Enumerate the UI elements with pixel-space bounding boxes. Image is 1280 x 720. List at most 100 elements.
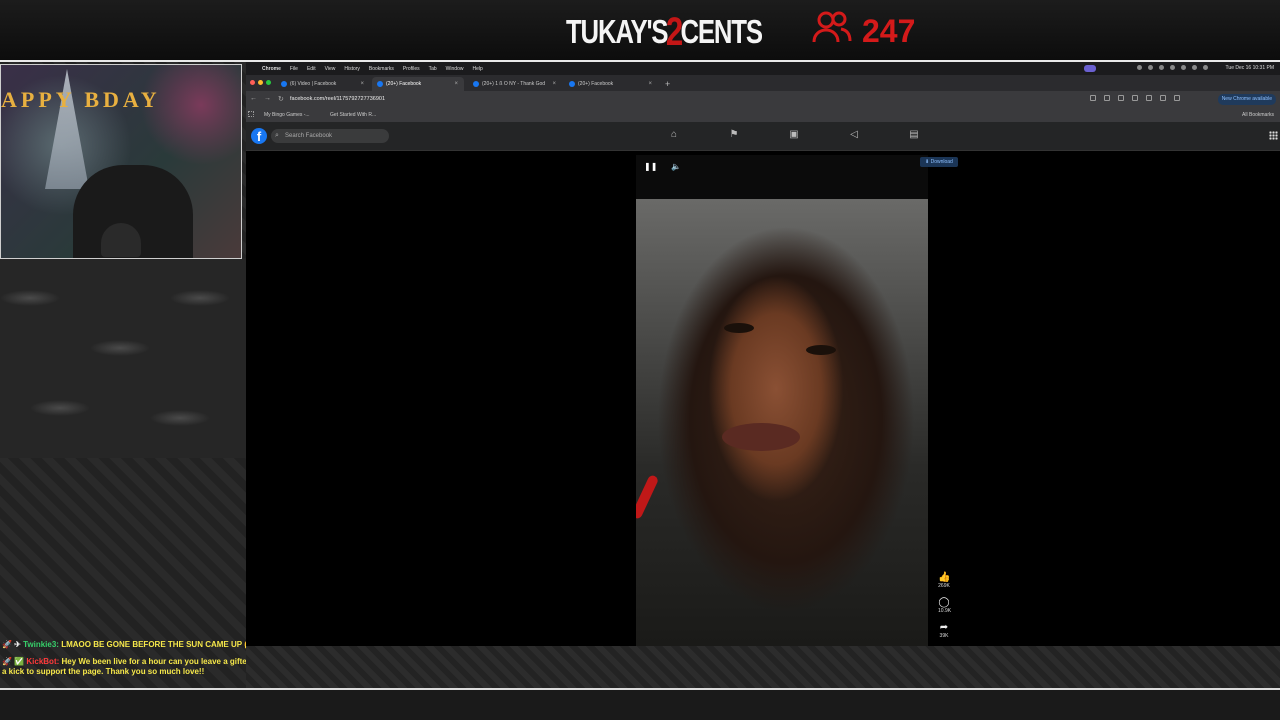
- video-detail: [724, 323, 754, 333]
- close-window-button[interactable]: [250, 80, 255, 85]
- tab-title: (6) Video | Facebook: [290, 81, 337, 87]
- menu-view[interactable]: View: [325, 66, 336, 72]
- video-controls: ❚❚ 🔈: [644, 162, 681, 171]
- mac-menu-bar: Chrome File Edit View History Bookmarks …: [246, 62, 1280, 75]
- new-chrome-button[interactable]: New Chrome available: [1217, 94, 1276, 105]
- diamond-plate-texture: [0, 258, 246, 458]
- facebook-logo[interactable]: f: [251, 128, 267, 144]
- menu-profiles[interactable]: Profiles: [403, 66, 420, 72]
- tray-icon[interactable]: [1159, 65, 1164, 70]
- menu-window[interactable]: Window: [446, 66, 464, 72]
- stream-brand-logo: TUKAY'S 2 CENTS: [566, 10, 763, 54]
- browser-tab[interactable]: (20+) 1 ß O NY - Thank God ×: [468, 77, 562, 91]
- minimize-window-button[interactable]: [258, 80, 263, 85]
- viewer-counter: 247: [812, 10, 915, 52]
- facebook-favicon-icon: [281, 81, 287, 87]
- menu-file[interactable]: File: [290, 66, 298, 72]
- share-icon[interactable]: ➦: [938, 622, 950, 633]
- video-detail: [636, 474, 660, 520]
- sidebar-icon[interactable]: [1146, 95, 1152, 101]
- facebook-search-input[interactable]: ⌕ Search Facebook: [271, 129, 389, 143]
- close-tab-icon[interactable]: ×: [454, 81, 458, 87]
- facebook-favicon-icon: [569, 81, 575, 87]
- video-detail: [722, 423, 800, 451]
- bookmark-item[interactable]: Get Started With R...: [330, 112, 376, 118]
- menu-help[interactable]: Help: [472, 66, 482, 72]
- birthday-banner: APPY BDAY: [1, 87, 161, 112]
- volume-icon[interactable]: 🔈: [671, 162, 681, 171]
- toolbar-icons: [1090, 95, 1180, 101]
- apps-grid-icon[interactable]: [248, 111, 254, 117]
- control-center-icon[interactable]: [1203, 65, 1208, 70]
- browser-tab-active[interactable]: (20+) Facebook ×: [372, 77, 464, 91]
- facebook-header: f ⌕ Search Facebook ⌂ ⚑ ▣ ◁ ▤: [246, 122, 1280, 151]
- tab-strip: (6) Video | Facebook × (20+) Facebook × …: [246, 75, 1280, 91]
- share-count: 39K: [939, 633, 949, 639]
- chat-username: Twinkie3:: [23, 640, 59, 649]
- close-tab-icon[interactable]: ×: [552, 81, 556, 87]
- maximize-window-button[interactable]: [266, 80, 271, 85]
- reload-icon[interactable]: ↻: [278, 95, 284, 103]
- window-controls: [250, 80, 271, 85]
- extension-icon[interactable]: [1132, 95, 1138, 101]
- pause-icon[interactable]: ❚❚: [644, 162, 657, 171]
- comment-icon[interactable]: ◯: [938, 597, 950, 608]
- brand-word-2: CENTS: [680, 13, 763, 50]
- chat-username: KickBot:: [26, 657, 60, 666]
- status-pill-icon[interactable]: [1084, 65, 1096, 72]
- tray-icon[interactable]: [1137, 65, 1142, 70]
- streamer-cap: [101, 223, 141, 257]
- menu-chrome[interactable]: Chrome: [262, 66, 281, 72]
- users-icon: [812, 10, 852, 52]
- tab-title: (20+) Facebook: [578, 81, 614, 87]
- menu-tab[interactable]: Tab: [429, 66, 437, 72]
- close-tab-icon[interactable]: ×: [648, 81, 652, 87]
- menu-bookmarks[interactable]: Bookmarks: [369, 66, 394, 72]
- tray-icon[interactable]: [1148, 65, 1153, 70]
- extension-icon[interactable]: [1118, 95, 1124, 101]
- wifi-icon[interactable]: [1181, 65, 1186, 70]
- menu-grid-icon[interactable]: [1269, 131, 1278, 140]
- bookmark-star-icon[interactable]: [1104, 95, 1110, 101]
- facebook-favicon-icon: [473, 81, 479, 87]
- new-tab-button[interactable]: +: [660, 77, 676, 91]
- download-button[interactable]: ⬇ Download: [920, 157, 958, 167]
- all-bookmarks-button[interactable]: All Bookmarks: [1242, 112, 1274, 118]
- flag-icon[interactable]: ⚑: [728, 129, 740, 141]
- back-icon[interactable]: ←: [250, 95, 257, 103]
- reel-video[interactable]: ❚❚ 🔈: [636, 155, 928, 646]
- rocket-icon: 🚀 ✈: [2, 640, 24, 649]
- marketplace-icon[interactable]: ▣: [788, 129, 800, 141]
- browser-tab[interactable]: (6) Video | Facebook ×: [276, 77, 370, 91]
- tray-icon[interactable]: [1170, 65, 1175, 70]
- search-icon: ⌕: [275, 132, 279, 139]
- gaming-icon[interactable]: ▤: [908, 129, 920, 141]
- home-icon[interactable]: ⌂: [668, 129, 680, 141]
- facebook-favicon-icon: [377, 81, 383, 87]
- bottom-strip: [0, 690, 1280, 720]
- menu-history[interactable]: History: [344, 66, 360, 72]
- search-icon[interactable]: [1192, 65, 1197, 70]
- profile-icon[interactable]: [1174, 95, 1180, 101]
- browser-tab[interactable]: (20+) Facebook ×: [564, 77, 658, 91]
- forward-icon[interactable]: →: [264, 95, 271, 103]
- comment-count: 10.9K: [938, 608, 952, 614]
- bookmark-item[interactable]: My Bingo Games -...: [264, 112, 310, 118]
- nav-buttons: ← → ↻: [250, 95, 284, 103]
- like-icon[interactable]: 👍: [938, 572, 950, 583]
- webcam-feed: APPY BDAY: [0, 64, 242, 259]
- megaphone-icon[interactable]: ◁: [848, 129, 860, 141]
- system-tray: [1137, 65, 1208, 70]
- menu-clock[interactable]: Tue Dec 16 10:31 PM: [1226, 65, 1274, 71]
- url-field[interactable]: facebook.com/reel/1175792727736901: [290, 94, 1060, 105]
- bookmarks-bar: My Bingo Games -... Get Started With R..…: [246, 108, 1280, 123]
- menu-edit[interactable]: Edit: [307, 66, 316, 72]
- brand-word-1: TUKAY'S: [566, 13, 669, 50]
- screen-capture: Chrome File Edit View History Bookmarks …: [246, 62, 1280, 646]
- cast-icon[interactable]: [1090, 95, 1096, 101]
- video-detail: [806, 345, 836, 355]
- close-tab-icon[interactable]: ×: [360, 81, 364, 87]
- chat-message: 🚀 ✅ KickBot: Hey We been live for a hour…: [2, 657, 282, 677]
- search-placeholder: Search Facebook: [285, 133, 333, 139]
- download-icon[interactable]: [1160, 95, 1166, 101]
